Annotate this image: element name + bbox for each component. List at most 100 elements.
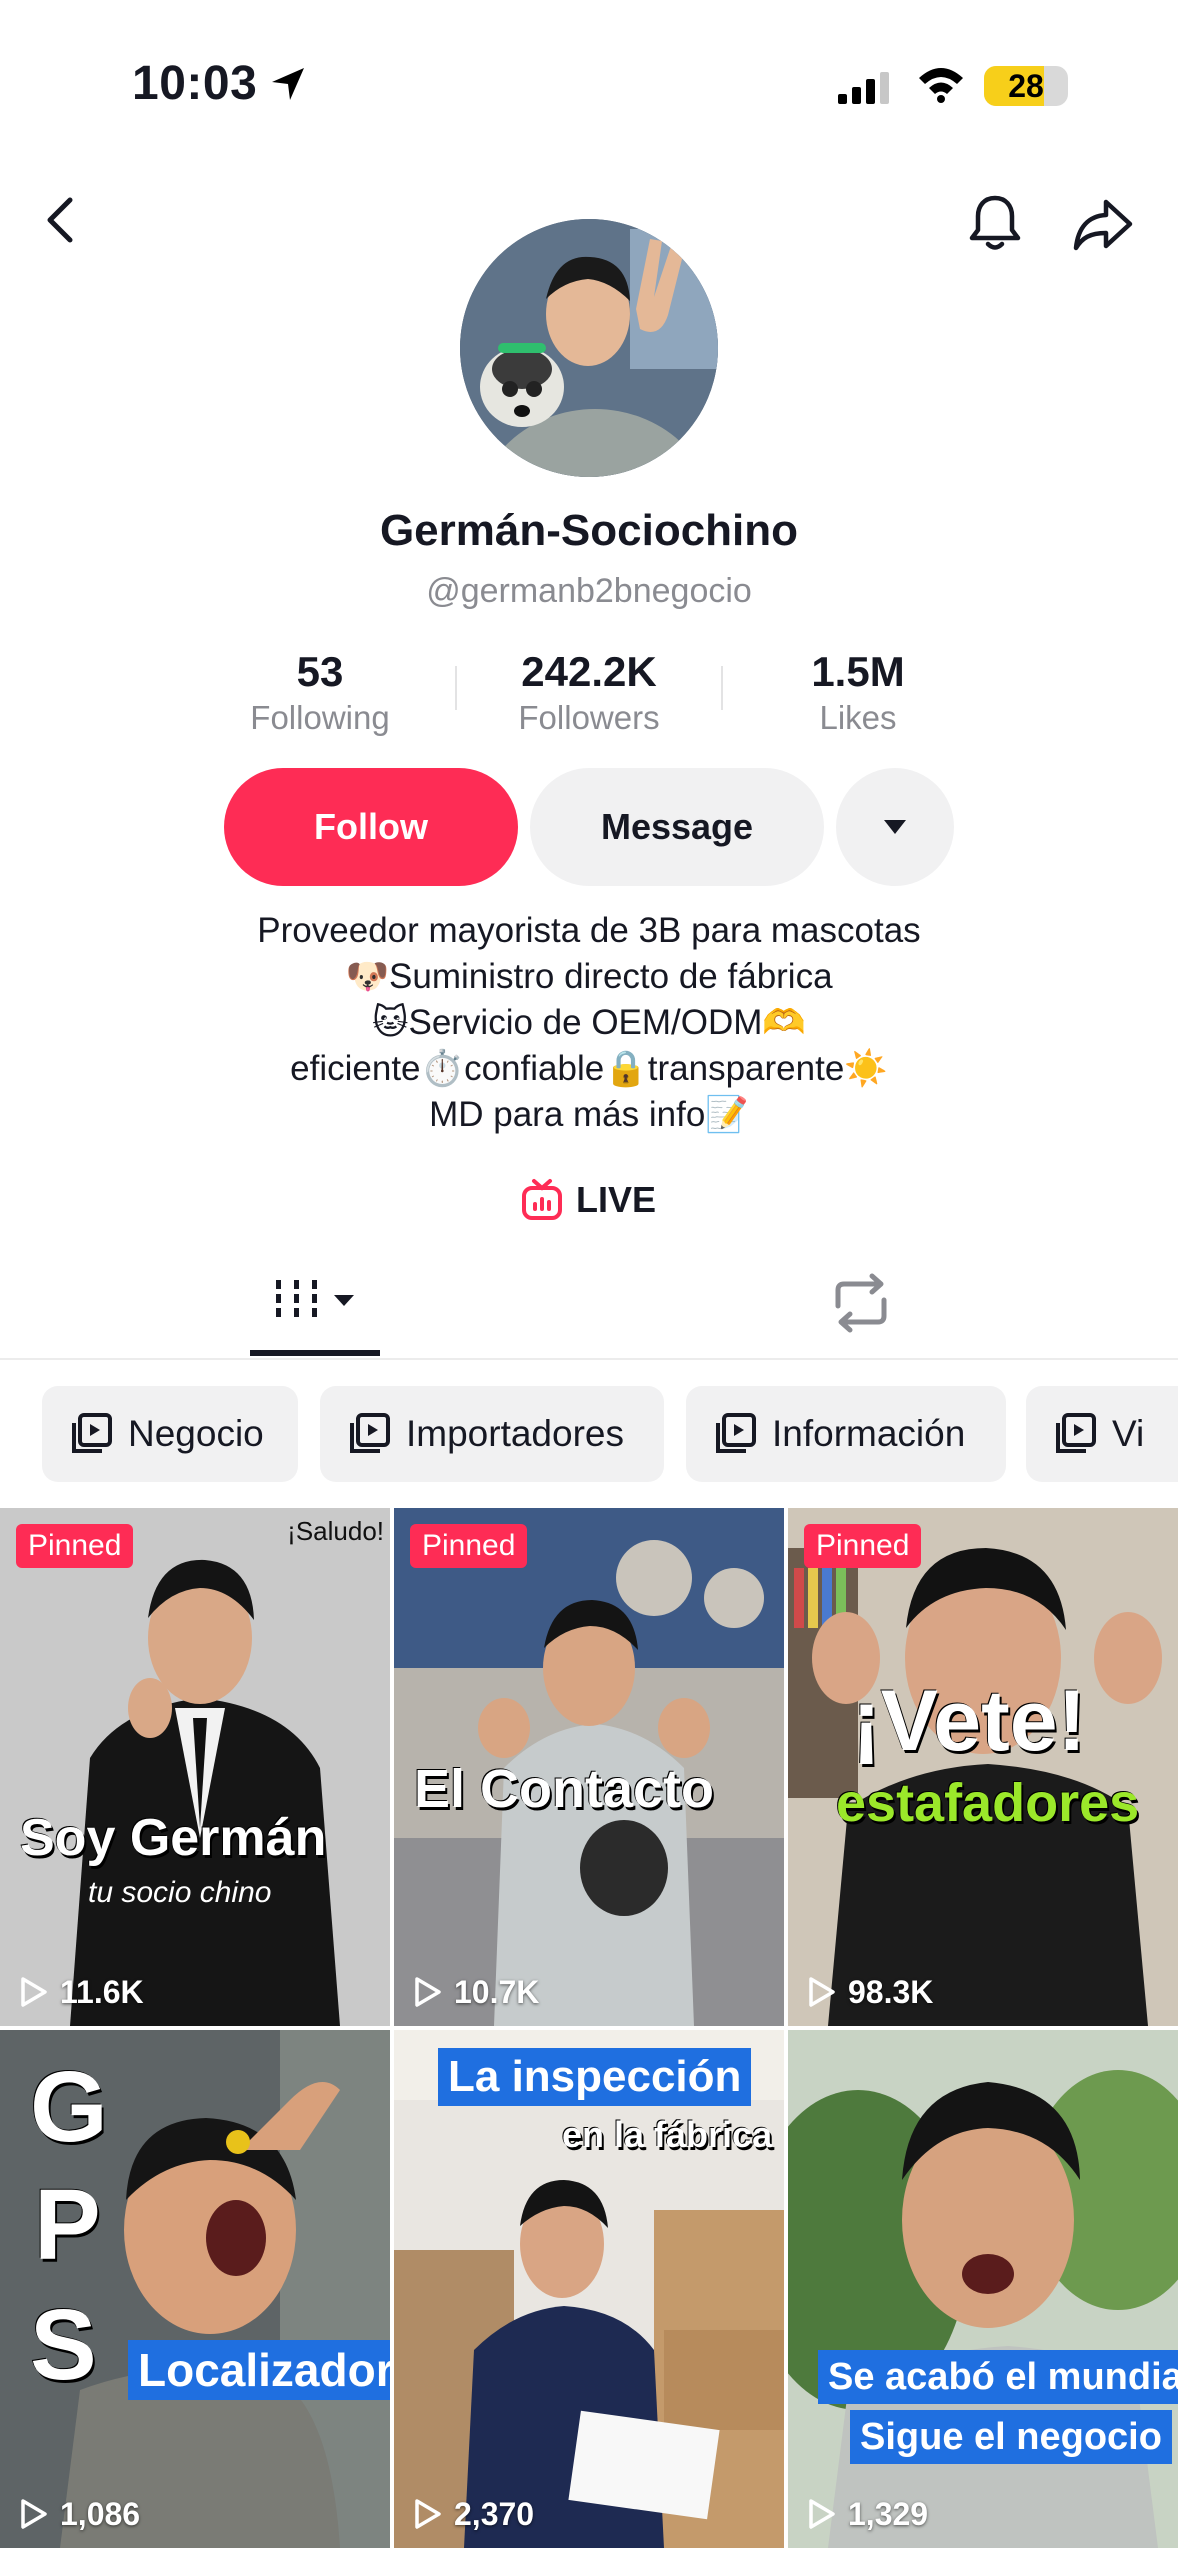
status-time: 10:03 <box>132 57 258 110</box>
thumbnail-image <box>0 1508 390 2026</box>
view-count-label: 11.6K <box>60 1973 144 2010</box>
bio-line: Proveedor mayorista de 3B para mascotas <box>257 911 921 950</box>
display-name: Germán-Sociochino <box>379 506 799 555</box>
bio-line: 🐶Suministro directo de fábrica <box>345 957 833 996</box>
play-icon <box>21 1977 47 2007</box>
videos-grid-tab-icon[interactable] <box>250 1270 380 1340</box>
follow-button[interactable]: Follow <box>224 768 518 886</box>
battery-level: 28 <box>1008 68 1044 104</box>
view-count: 10.7K <box>410 1970 539 2014</box>
view-count-label: 1,086 <box>60 2495 141 2532</box>
thumbnail-title: ¡Vete! <box>852 1673 1087 1769</box>
thumbnail-image <box>394 2030 784 2548</box>
profile-avatar[interactable] <box>460 219 718 477</box>
likes-count: 1.5M <box>811 648 905 695</box>
thumbnail-title: Soy Germán <box>20 1809 327 1867</box>
avatar-photo <box>460 219 718 477</box>
stats-divider <box>721 666 723 710</box>
thumbnail-label: La inspección <box>438 2048 752 2106</box>
playlist-icon <box>716 1413 756 1453</box>
view-count-label: 1,329 <box>848 2495 929 2532</box>
thumbnail-title: El Contacto <box>414 1759 715 1819</box>
play-icon <box>809 1977 835 2007</box>
notification-bell-icon[interactable] <box>960 188 1030 258</box>
thumbnail-label: Se acabó el mundial <box>818 2350 1178 2404</box>
thumbnail-letter: G <box>30 2051 108 2163</box>
bio-line: eficiente⏱️confiable🔒transparente☀️ <box>290 1049 888 1088</box>
following-count: 53 <box>296 648 344 695</box>
thumbnail-subtitle: en la fábrica <box>562 2114 773 2155</box>
more-options-button[interactable] <box>836 768 954 886</box>
thumbnail-subtitle: tu socio chino <box>88 1876 272 1909</box>
username-handle: @germanb2bnegocio <box>426 572 752 610</box>
profile-stats: 53 Following 242.2K Followers 1.5M Likes <box>200 646 978 736</box>
status-bar: 10:03 28 <box>0 0 1178 170</box>
followers-label: Followers <box>518 699 660 736</box>
playlist-label: Información <box>772 1413 966 1454</box>
active-tab-indicator <box>250 1350 380 1356</box>
bio-line: 🐱Servicio de OEM/ODM🫶 <box>371 1003 807 1042</box>
thumbnail-image <box>788 2030 1178 2548</box>
thumbnail-caption: ¡Saludo! <box>287 1516 384 1546</box>
message-button[interactable]: Message <box>530 768 824 886</box>
video-grid: Pinned ¡Saludo! Soy Germán tu socio chin… <box>0 1508 1178 2560</box>
share-arrow-icon[interactable] <box>1068 190 1138 260</box>
stats-divider <box>455 666 457 710</box>
play-icon <box>415 1977 441 2007</box>
thumbnail-label: Sigue el negocio <box>850 2410 1172 2464</box>
playlist-chip[interactable]: Vi <box>1026 1386 1178 1482</box>
play-icon <box>415 2499 441 2529</box>
profile-bio: Proveedor mayorista de 3B para mascotas … <box>0 908 1178 1138</box>
play-icon <box>21 2499 47 2529</box>
playlist-chip[interactable]: Información <box>686 1386 1006 1482</box>
view-count: 11.6K <box>16 1970 144 2014</box>
playlist-label: Negocio <box>128 1413 264 1454</box>
view-count: 1,329 <box>804 2492 928 2536</box>
pinned-badge: Pinned <box>410 1524 528 1568</box>
playlist-chip[interactable]: Negocio <box>42 1386 298 1482</box>
back-arrow-icon[interactable] <box>34 192 90 248</box>
content-tabs <box>0 1250 1178 1360</box>
playlist-chips: Negocio Importadores Información Vi <box>0 1386 1178 1484</box>
playlist-label: Importadores <box>406 1413 624 1454</box>
playlist-chip[interactable]: Importadores <box>320 1386 664 1482</box>
repost-tab-icon[interactable] <box>826 1272 896 1334</box>
battery-indicator: 28 <box>984 66 1068 106</box>
video-thumbnail[interactable]: Pinned ¡Saludo! Soy Germán tu socio chin… <box>0 1508 390 2026</box>
playlist-label: Vi <box>1112 1413 1145 1454</box>
thumbnail-subtitle: estafadores <box>836 1773 1140 1833</box>
video-thumbnail[interactable]: Pinned ¡Vete! estafadores 98.3K <box>788 1508 1178 2026</box>
playlist-icon <box>1056 1413 1096 1453</box>
view-count: 2,370 <box>410 2492 534 2536</box>
video-thumbnail[interactable]: G P S Localizador 1,086 <box>0 2030 390 2548</box>
likes-label: Likes <box>819 699 897 736</box>
chevron-down-icon <box>884 820 906 834</box>
view-count-label: 98.3K <box>848 1973 934 2010</box>
view-count: 98.3K <box>804 1970 933 2014</box>
stat-likes[interactable]: 1.5M Likes <box>738 646 978 736</box>
following-label: Following <box>250 699 390 736</box>
live-tv-icon <box>522 1179 562 1220</box>
playlist-icon <box>350 1413 390 1453</box>
bio-line: MD para más info📝 <box>429 1095 749 1134</box>
followers-count: 242.2K <box>521 648 657 695</box>
thumbnail-letter: S <box>30 2289 97 2401</box>
playlist-icon <box>72 1413 112 1453</box>
play-icon <box>809 2499 835 2529</box>
thumbnail-label: Localizador <box>128 2340 390 2400</box>
view-count-label: 2,370 <box>454 2495 535 2532</box>
pinned-badge: Pinned <box>804 1524 922 1568</box>
stat-following[interactable]: 53 Following <box>200 646 440 736</box>
pinned-badge: Pinned <box>16 1524 134 1568</box>
thumbnail-letter: P <box>34 2169 101 2281</box>
stat-followers[interactable]: 242.2K Followers <box>469 646 709 736</box>
video-thumbnail[interactable]: Pinned El Contacto 10.7K <box>394 1508 784 2026</box>
view-count-label: 10.7K <box>454 1973 540 2010</box>
video-thumbnail[interactable]: Se acabó el mundial Sigue el negocio 1,3… <box>788 2030 1178 2548</box>
live-link[interactable]: LIVE <box>520 1174 656 1226</box>
live-label: LIVE <box>576 1179 657 1220</box>
video-thumbnail[interactable]: La inspección en la fábrica 2,370 <box>394 2030 784 2548</box>
cellular-signal-icon <box>838 72 889 104</box>
location-arrow-icon <box>272 68 304 100</box>
wifi-icon <box>919 68 963 103</box>
